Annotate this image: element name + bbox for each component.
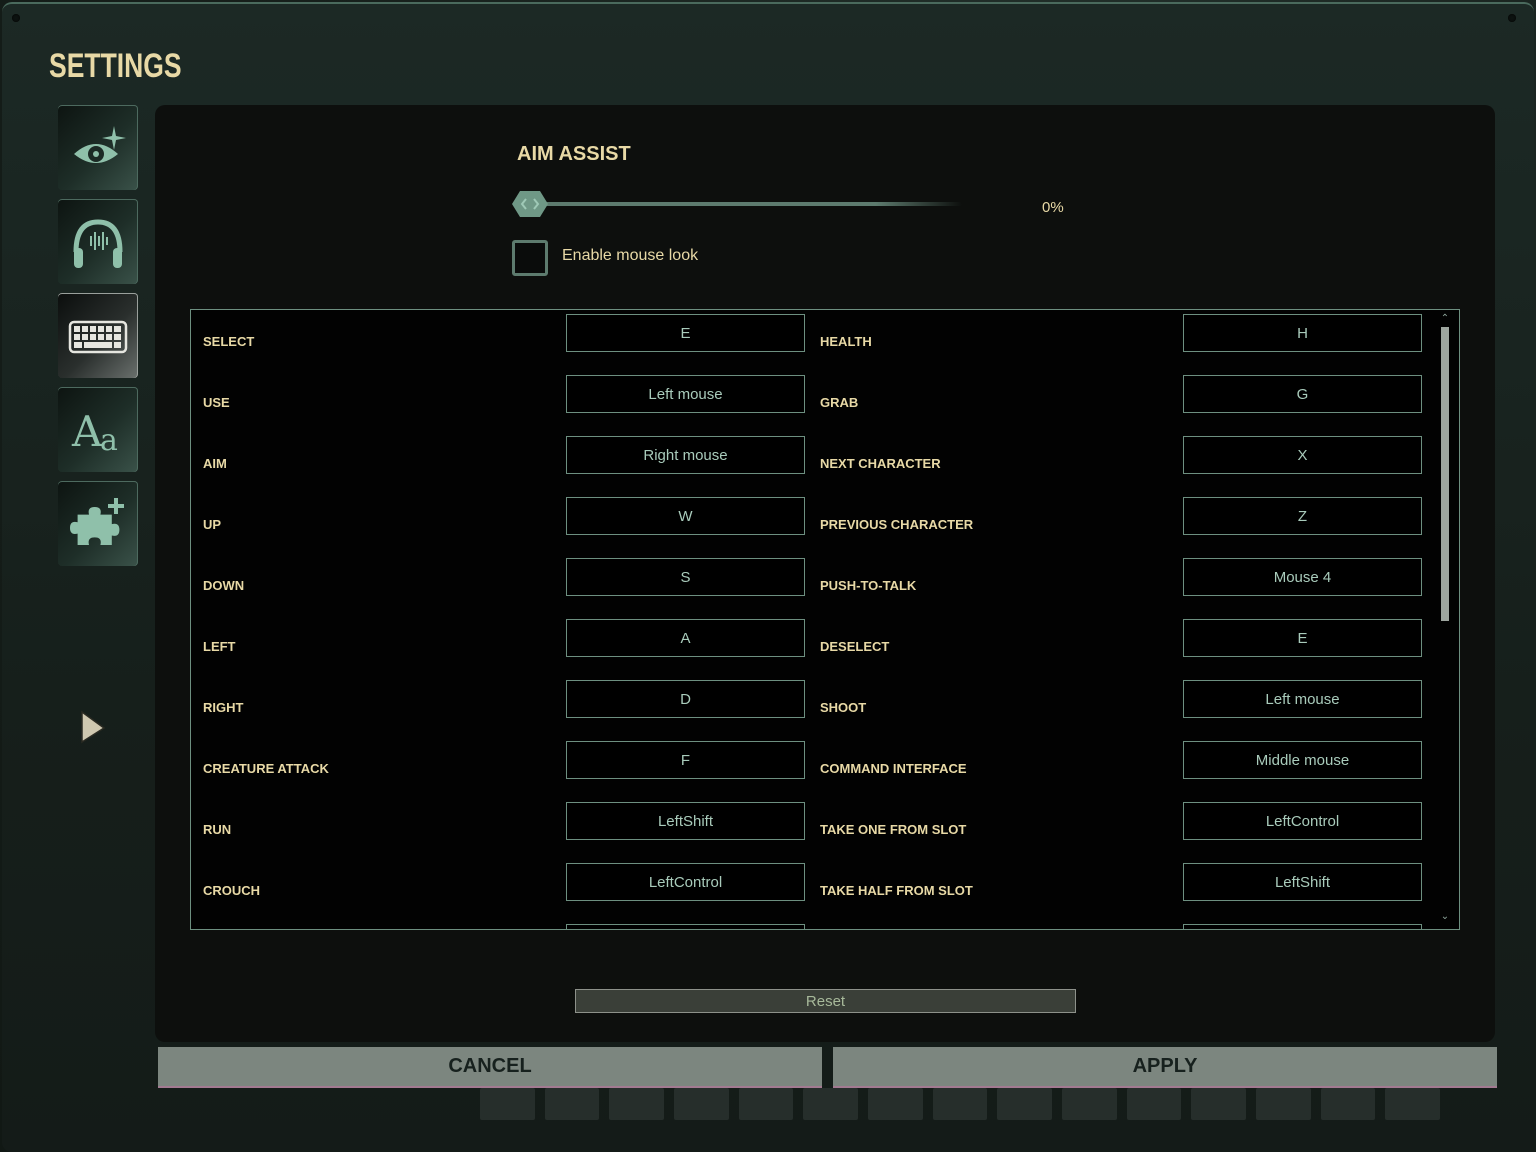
binding-label: TAKE HALF FROM SLOT [820, 883, 973, 898]
reset-button[interactable]: Reset [575, 989, 1076, 1013]
binding-label: GRAB [820, 395, 859, 410]
binding-label: HEALTH [820, 334, 872, 349]
binding-key-button[interactable]: E [1183, 619, 1422, 657]
svg-text:A: A [71, 407, 103, 456]
binding-key-button[interactable]: A [566, 619, 805, 657]
binding-label: CROUCH [203, 883, 261, 898]
binding-key-button[interactable]: Z [1183, 497, 1422, 535]
binding-key-button[interactable]: LeftShift [1183, 863, 1422, 901]
binding-label: USE [203, 395, 230, 410]
aim-assist-slider-thumb[interactable] [510, 189, 550, 219]
svg-text:a: a [100, 423, 118, 458]
aim-assist-title: AIM ASSIST [517, 143, 631, 165]
binding-key-button[interactable]: Mouse 4 [1183, 558, 1422, 596]
binding-key-button[interactable] [566, 924, 805, 929]
aim-assist-value: 0% [1042, 199, 1064, 216]
scroll-up-icon[interactable]: ⌃ [1439, 314, 1451, 324]
apply-button[interactable]: APPLY [833, 1047, 1497, 1088]
tab-audio[interactable] [58, 199, 138, 284]
binding-label: TAKE ONE FROM SLOT [820, 822, 967, 837]
mouse-look-label: Enable mouse look [562, 247, 699, 264]
binding-label: RIGHT [203, 700, 244, 715]
binding-key-button[interactable]: LeftControl [1183, 802, 1422, 840]
keybindings-list: ⌃ ⌄ SELECT E USE Left mouse AIM Right mouse UP… [190, 309, 1460, 930]
binding-key-button[interactable]: Left mouse [1183, 680, 1422, 718]
mouse-cursor-icon [81, 710, 106, 744]
binding-key-button[interactable]: X [1183, 436, 1422, 474]
binding-key-button[interactable]: Right mouse [566, 436, 805, 474]
tab-controls[interactable] [58, 293, 138, 378]
tab-mods[interactable] [58, 481, 138, 566]
binding-label: AIM [203, 456, 227, 471]
binding-key-button[interactable]: LeftControl [566, 863, 805, 901]
binding-key-button[interactable]: LeftShift [566, 802, 805, 840]
binding-label: UP [203, 517, 222, 532]
binding-key-button[interactable] [1183, 924, 1422, 929]
bolt-decoration [12, 14, 20, 22]
scrollbar[interactable] [1441, 327, 1449, 621]
background-decoration [480, 1088, 1441, 1120]
binding-label: PREVIOUS CHARACTER [820, 517, 974, 532]
aim-assist-slider[interactable] [530, 202, 962, 206]
tab-language[interactable]: A a [58, 387, 138, 472]
binding-label: DOWN [203, 578, 245, 593]
binding-label: SELECT [203, 334, 255, 349]
binding-label: DESELECT [820, 639, 890, 654]
binding-label: SHOOT [820, 700, 867, 715]
binding-key-button[interactable]: Left mouse [566, 375, 805, 413]
binding-key-button[interactable]: W [566, 497, 805, 535]
binding-key-button[interactable]: H [1183, 314, 1422, 352]
puzzle-plus-icon [70, 497, 124, 545]
binding-label: CREATURE ATTACK [203, 761, 329, 776]
binding-key-button[interactable]: E [566, 314, 805, 352]
tab-graphics[interactable] [58, 105, 138, 190]
binding-label: COMMAND INTERFACE [820, 761, 967, 776]
binding-label: RUN [203, 822, 232, 837]
binding-key-button[interactable]: F [566, 741, 805, 779]
binding-label: NEXT CHARACTER [820, 456, 941, 471]
binding-key-button[interactable]: S [566, 558, 805, 596]
binding-key-button[interactable]: Middle mouse [1183, 741, 1422, 779]
scroll-down-icon[interactable]: ⌄ [1439, 912, 1451, 922]
binding-key-button[interactable]: G [1183, 375, 1422, 413]
headphones-icon [73, 218, 123, 268]
bolt-decoration [1508, 14, 1516, 22]
page-title: SETTINGS [49, 47, 182, 85]
keyboard-icon [68, 320, 128, 353]
eye-sparkle-icon [74, 125, 126, 163]
font-icon: A a [71, 407, 118, 458]
mouse-look-checkbox[interactable] [512, 240, 548, 276]
binding-key-button[interactable]: D [566, 680, 805, 718]
binding-label: LEFT [203, 639, 236, 654]
binding-label: PUSH-TO-TALK [820, 578, 917, 593]
cancel-button[interactable]: CANCEL [158, 1047, 822, 1088]
